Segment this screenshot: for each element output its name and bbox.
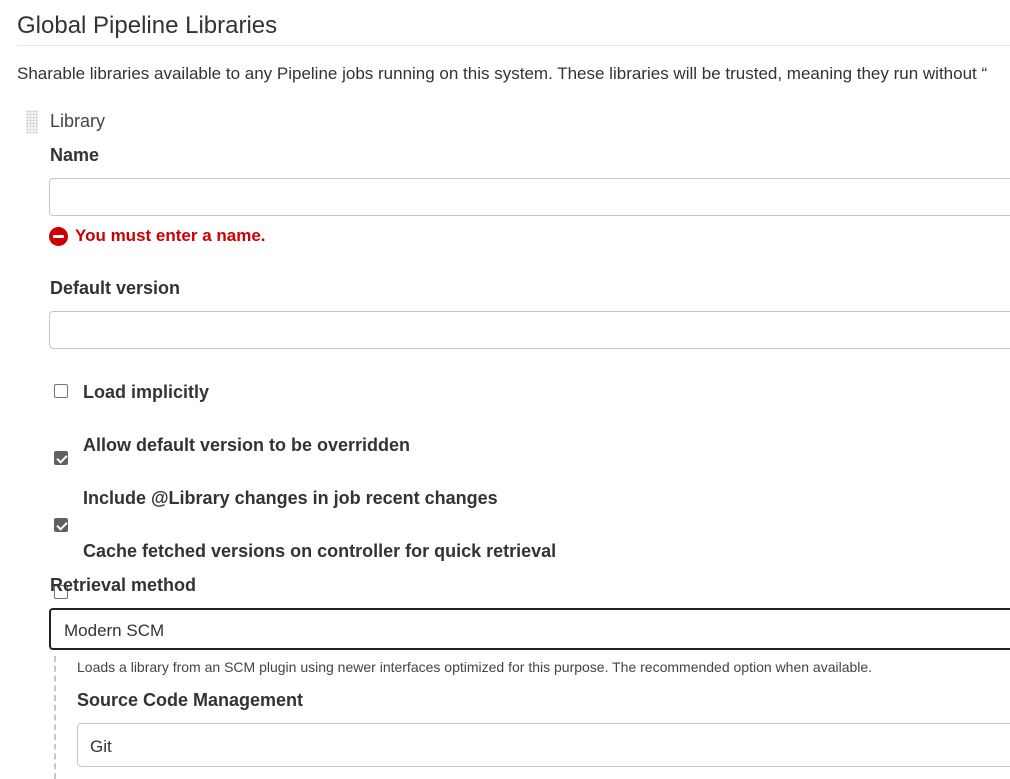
cache-versions-label[interactable]: Cache fetched versions on controller for…	[83, 541, 556, 562]
drag-handle-icon[interactable]	[26, 110, 38, 134]
retrieval-method-value: Modern SCM	[64, 621, 165, 640]
name-label: Name	[50, 145, 100, 165]
name-error-text: You must enter a name.	[75, 226, 266, 245]
section-title: Global Pipeline Libraries	[17, 12, 278, 39]
include-changes-label[interactable]: Include @Library changes in job recent c…	[83, 488, 498, 509]
scm-select[interactable]: Git	[77, 723, 1010, 767]
scm-value: Git	[90, 737, 112, 756]
scm-label: Source Code Management	[77, 690, 304, 710]
allow-override-checkbox[interactable]	[54, 451, 68, 465]
retrieval-method-label: Retrieval method	[50, 575, 197, 595]
name-error: You must enter a name.	[49, 226, 266, 246]
retrieval-help-text: Loads a library from an SCM plugin using…	[77, 659, 873, 675]
title-divider	[17, 45, 1010, 46]
section-description: Sharable libraries available to any Pipe…	[17, 64, 988, 83]
default-version-label: Default version	[50, 278, 181, 298]
default-version-input[interactable]	[49, 311, 1010, 349]
library-block-title: Library	[50, 111, 106, 131]
allow-override-label[interactable]: Allow default version to be overridden	[83, 435, 410, 456]
nested-section-divider	[54, 656, 56, 779]
retrieval-method-select[interactable]: Modern SCM	[49, 608, 1010, 650]
name-input[interactable]	[49, 178, 1010, 216]
load-implicitly-checkbox[interactable]	[54, 384, 68, 398]
include-changes-checkbox[interactable]	[54, 518, 68, 532]
error-icon	[49, 226, 68, 246]
load-implicitly-label[interactable]: Load implicitly	[83, 382, 209, 403]
